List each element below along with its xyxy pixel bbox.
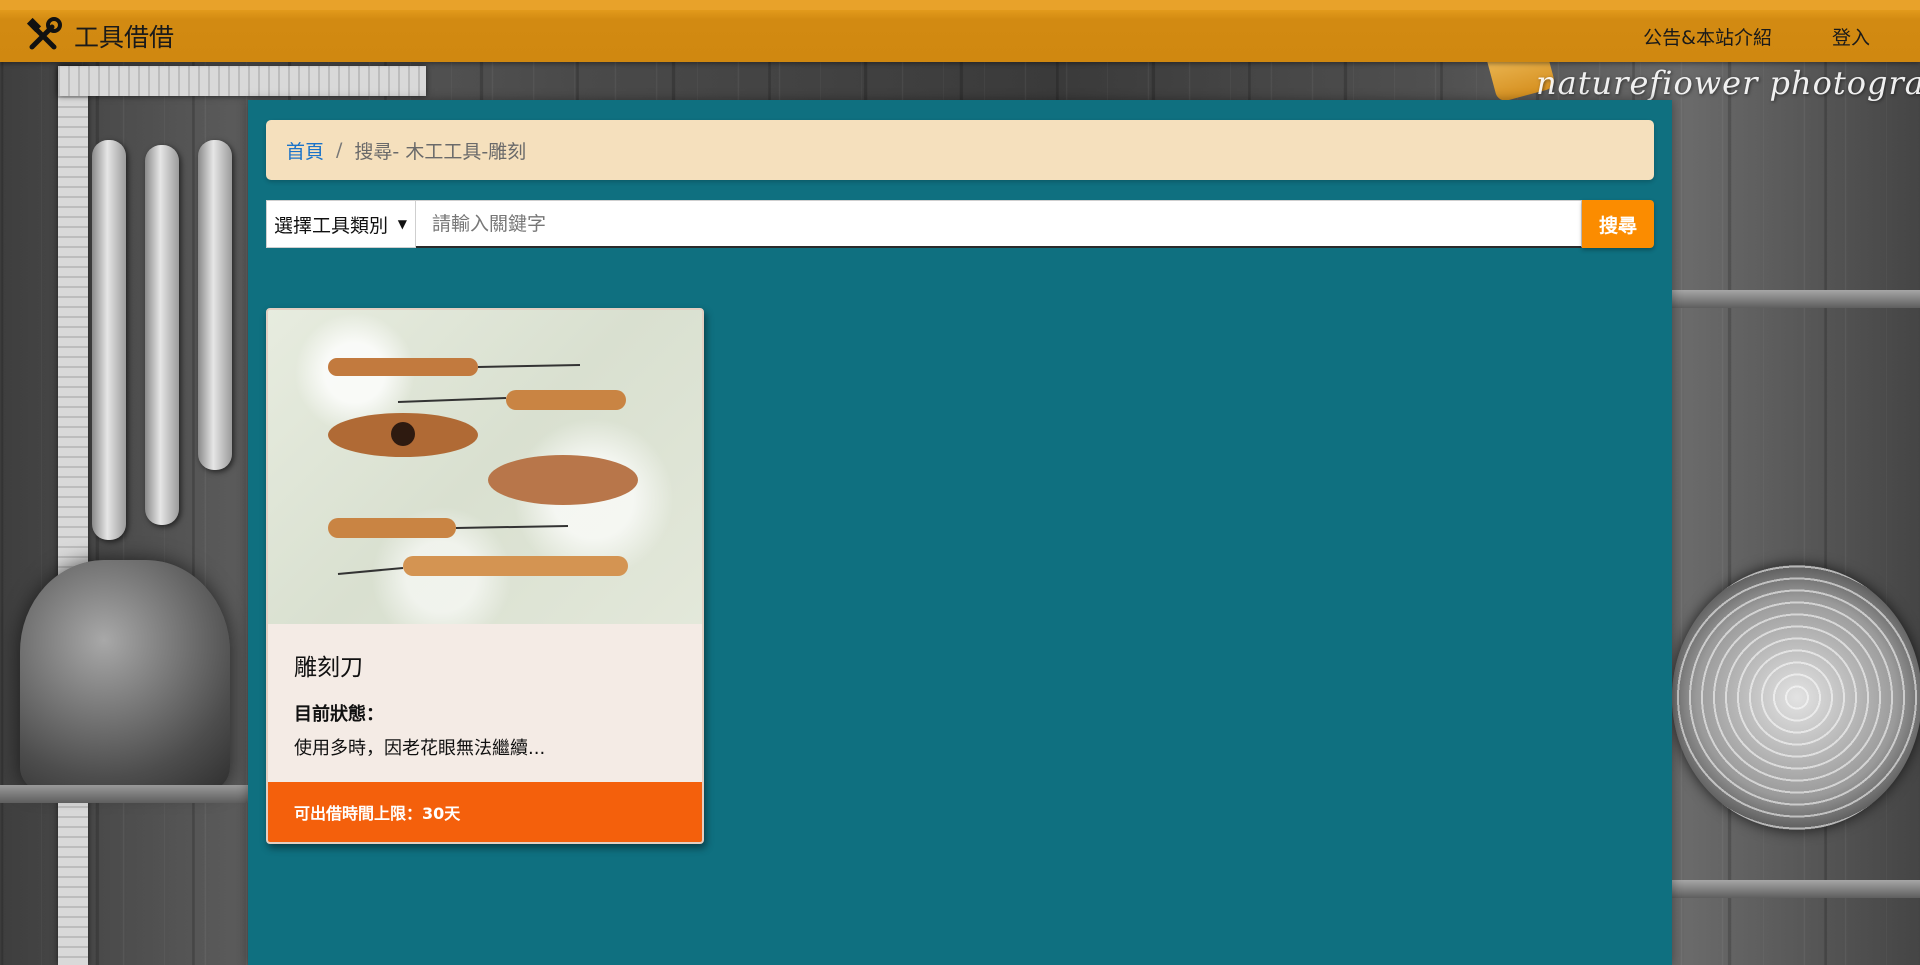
- background-wrench: [198, 140, 232, 470]
- tool-card-title: 雕刻刀: [294, 655, 363, 681]
- hammer-wrench-icon: [24, 17, 62, 55]
- brand-name: 工具借借: [74, 23, 175, 52]
- tool-status-text: 使用多時，因老花眼無法繼續...: [294, 738, 546, 759]
- background-fan: [1672, 565, 1920, 830]
- nav-announcements-link[interactable]: 公告&本站介紹: [1643, 23, 1772, 50]
- search-bar: 選擇工具類別 ▼ 搜尋: [266, 200, 1654, 248]
- background-shelf: [1672, 880, 1920, 898]
- carving-tools-illustration: [328, 358, 638, 576]
- tool-card-footer: 可出借時間上限：30天: [268, 782, 702, 842]
- breadcrumb: 首頁 / 搜尋- 木工工具-雕刻: [266, 120, 1654, 180]
- caret-down-icon: ▼: [397, 217, 407, 231]
- nav-login-link[interactable]: 登入: [1832, 23, 1870, 50]
- category-dropdown-label: 選擇工具類別: [274, 214, 389, 237]
- breadcrumb-home-link[interactable]: 首頁: [286, 137, 324, 164]
- background-wrench: [145, 145, 179, 525]
- search-button[interactable]: 搜尋: [1582, 200, 1654, 248]
- tool-card[interactable]: 雕刻刀 目前狀態： 使用多時，因老花眼無法繼續... 可出借時間上限：30天: [266, 308, 704, 844]
- main-panel: 首頁 / 搜尋- 木工工具-雕刻 選擇工具類別 ▼ 搜尋: [248, 100, 1672, 965]
- search-input[interactable]: [416, 200, 1582, 248]
- photo-watermark: naturefiower photography: [1536, 64, 1920, 102]
- background-shelf: [0, 785, 248, 803]
- nav-links: 公告&本站介紹 登入: [1643, 23, 1920, 50]
- breadcrumb-separator: /: [336, 139, 343, 161]
- background-wrench: [92, 140, 126, 540]
- breadcrumb-current: 搜尋- 木工工具-雕刻: [354, 140, 527, 163]
- tool-status-label: 目前狀態：: [294, 704, 384, 725]
- background-shelf: [1672, 290, 1920, 308]
- category-dropdown[interactable]: 選擇工具類別 ▼: [266, 200, 416, 248]
- background-ruler-horizontal: [58, 66, 426, 96]
- brand-link[interactable]: 工具借借: [24, 17, 174, 55]
- background-ruler-vertical: [58, 66, 88, 965]
- top-navbar: 工具借借 公告&本站介紹 登入: [0, 0, 1920, 62]
- tool-card-image: [268, 310, 702, 624]
- tool-card-body: 雕刻刀 目前狀態： 使用多時，因老花眼無法繼續...: [268, 624, 702, 784]
- background-kettle: [20, 560, 230, 790]
